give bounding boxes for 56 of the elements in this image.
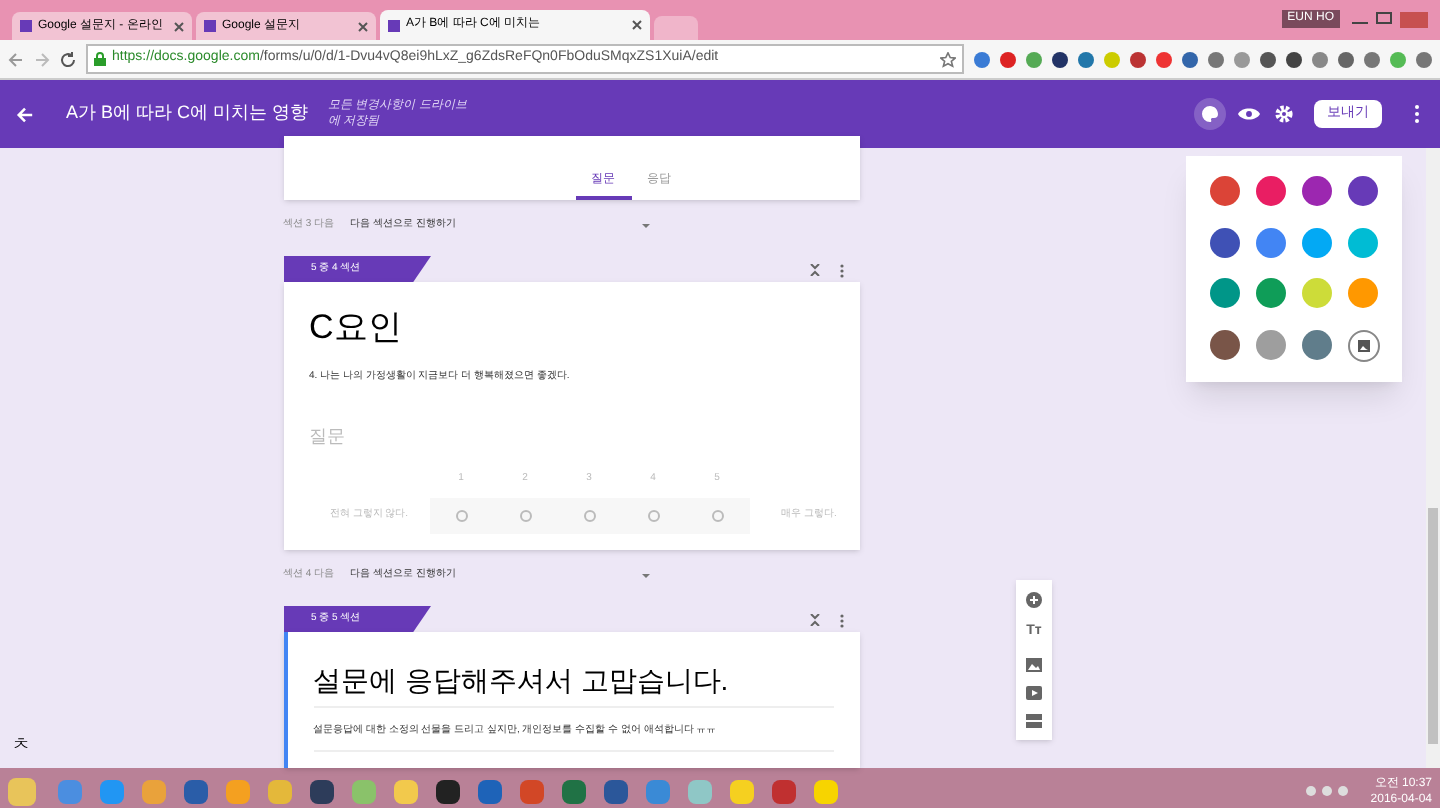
dropdown-caret-icon	[642, 574, 651, 578]
color-swatch[interactable]	[1210, 278, 1240, 309]
radio-button[interactable]	[455, 510, 467, 522]
color-swatch[interactable]	[1210, 330, 1240, 361]
color-swatch[interactable]	[1210, 227, 1240, 258]
color-swatch[interactable]	[1302, 227, 1332, 258]
add-section-icon[interactable]	[1026, 713, 1042, 727]
radio-button[interactable]	[711, 510, 723, 522]
color-swatch[interactable]	[1302, 278, 1332, 309]
add-question-icon[interactable]	[1026, 592, 1042, 609]
maximize-icon[interactable]	[1376, 12, 1392, 24]
preview-eye-icon[interactable]	[1238, 106, 1260, 122]
star-icon[interactable]	[940, 51, 956, 67]
palette-icon[interactable]	[1194, 98, 1226, 130]
image-icon	[1357, 339, 1369, 352]
form-title[interactable]: A가 B에 따라 C에 미치는 영향	[66, 100, 309, 128]
color-swatch[interactable]	[1302, 176, 1332, 207]
lock-icon	[94, 52, 106, 66]
taskbar-app-icon[interactable]	[436, 779, 460, 803]
dropdown-caret-icon	[642, 224, 651, 228]
color-swatch[interactable]	[1256, 227, 1286, 258]
custom-image-button[interactable]	[1347, 329, 1379, 362]
color-swatch[interactable]	[1256, 278, 1286, 309]
color-swatch[interactable]	[1348, 176, 1378, 207]
collapse-icon[interactable]	[809, 614, 819, 626]
color-swatch[interactable]	[1348, 227, 1378, 258]
color-swatch[interactable]	[1302, 330, 1332, 361]
settings-icon[interactable]	[1274, 104, 1294, 124]
collapse-icon[interactable]	[809, 264, 819, 276]
close-tab-icon[interactable]	[358, 21, 368, 31]
taskbar-app-icon[interactable]	[310, 779, 334, 803]
start-button[interactable]	[8, 777, 36, 805]
close-tab-icon[interactable]	[632, 20, 642, 30]
input-method-indicator: ㅊ	[12, 732, 30, 758]
more-options-icon[interactable]	[1414, 104, 1420, 124]
color-swatch[interactable]	[1210, 176, 1240, 207]
forms-icon	[388, 19, 400, 31]
back-icon[interactable]	[8, 51, 24, 67]
forms-icon	[204, 20, 216, 32]
taskbar-app-icon[interactable]	[604, 779, 628, 803]
section-title[interactable]: C요인	[309, 282, 833, 353]
radio-button[interactable]	[519, 510, 531, 522]
color-swatch[interactable]	[1256, 176, 1286, 207]
section-title[interactable]: 설문에 응답해주셔서 고맙습니다.	[313, 632, 833, 708]
color-swatch[interactable]	[1256, 330, 1286, 361]
add-image-icon[interactable]	[1026, 657, 1042, 672]
reload-icon[interactable]	[60, 51, 76, 67]
close-tab-icon[interactable]	[174, 21, 184, 31]
forms-icon	[20, 20, 32, 32]
scrollbar-thumb[interactable]	[1428, 508, 1438, 744]
question-title-field[interactable]: 질문	[309, 424, 709, 451]
color-swatch[interactable]	[1348, 278, 1378, 309]
radio-button[interactable]	[647, 510, 659, 522]
add-video-icon[interactable]	[1026, 685, 1042, 700]
back-arrow-icon[interactable]	[16, 105, 34, 123]
radio-button[interactable]	[583, 510, 595, 522]
